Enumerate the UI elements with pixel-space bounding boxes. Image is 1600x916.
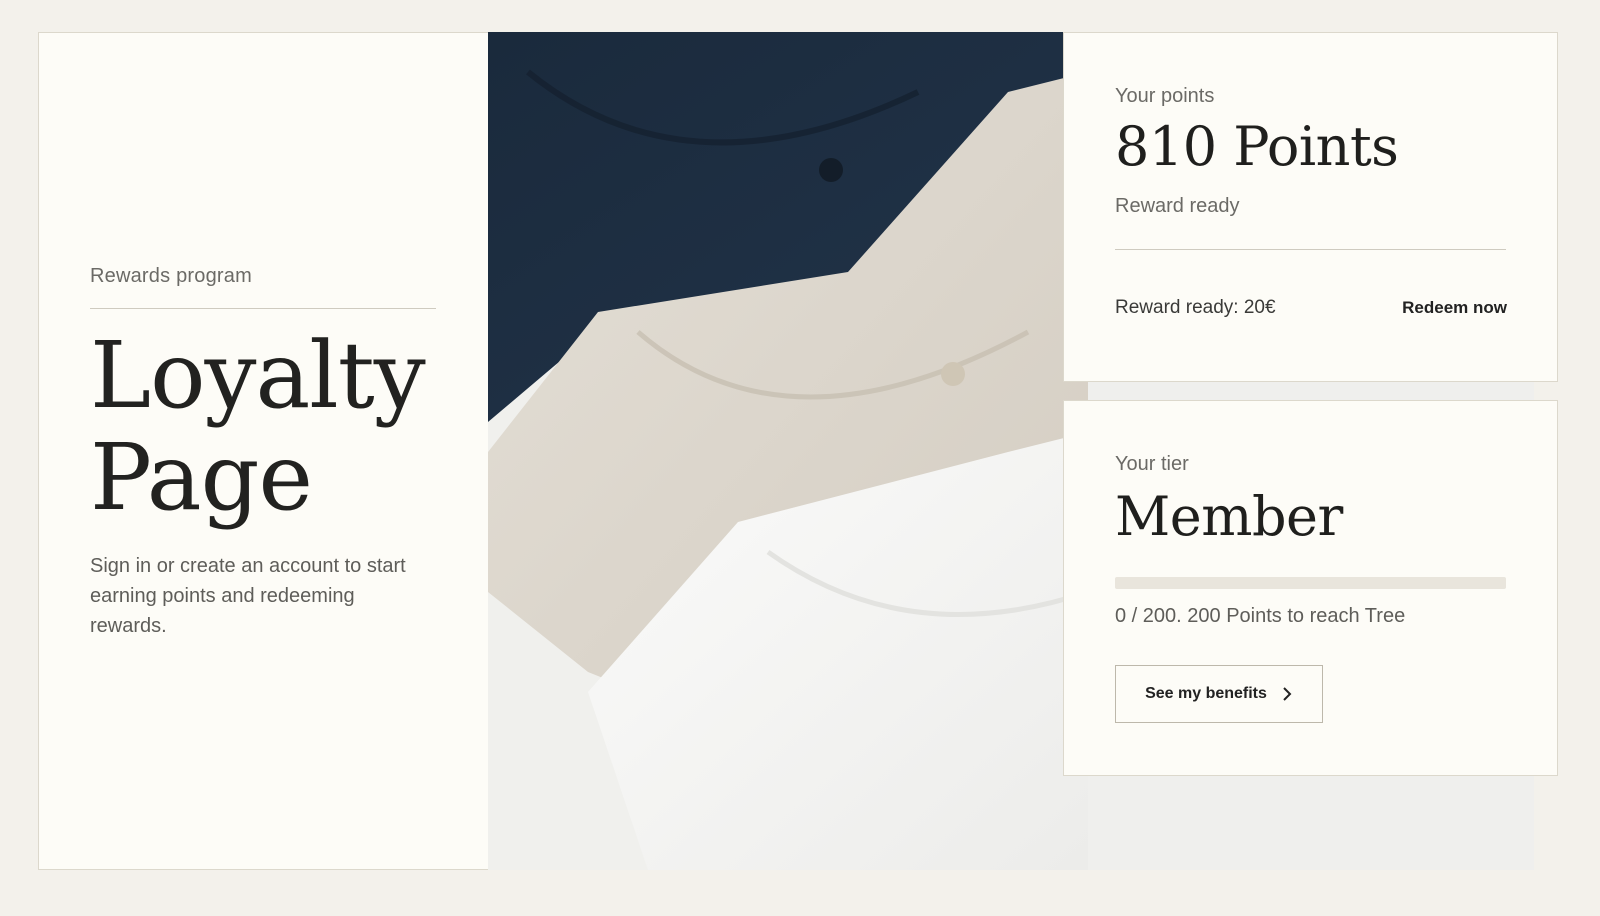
tier-label: Your tier bbox=[1115, 453, 1189, 475]
points-card: Your points 810 Points Reward ready Rewa… bbox=[1063, 32, 1558, 382]
chevron-right-icon bbox=[1283, 687, 1292, 701]
points-value: 810 Points bbox=[1115, 115, 1399, 178]
tier-progress-bar bbox=[1115, 577, 1506, 589]
points-status: Reward ready bbox=[1115, 195, 1240, 217]
intro-description: Sign in or create an account to start ea… bbox=[90, 555, 406, 637]
see-my-benefits-button[interactable]: See my benefits bbox=[1115, 665, 1323, 723]
tier-progress-text: 0 / 200. 200 Points to reach Tree bbox=[1115, 605, 1406, 627]
page-title: Loyalty Page bbox=[90, 322, 426, 531]
reward-ready-text: Reward ready: 20€ bbox=[1115, 297, 1276, 318]
tier-name: Member bbox=[1115, 485, 1343, 548]
intro-panel: Rewards program Loyalty Page Sign in or … bbox=[38, 32, 489, 870]
benefits-button-label: See my benefits bbox=[1145, 685, 1267, 702]
divider bbox=[90, 308, 436, 309]
loyalty-page: Rewards program Loyalty Page Sign in or … bbox=[38, 32, 1578, 870]
points-label: Your points bbox=[1115, 85, 1215, 107]
divider bbox=[1115, 249, 1506, 250]
rewards-program-eyebrow: Rewards program bbox=[90, 265, 252, 287]
tier-card: Your tier Member 0 / 200. 200 Points to … bbox=[1063, 400, 1558, 776]
redeem-now-link[interactable]: Redeem now bbox=[1402, 298, 1507, 318]
